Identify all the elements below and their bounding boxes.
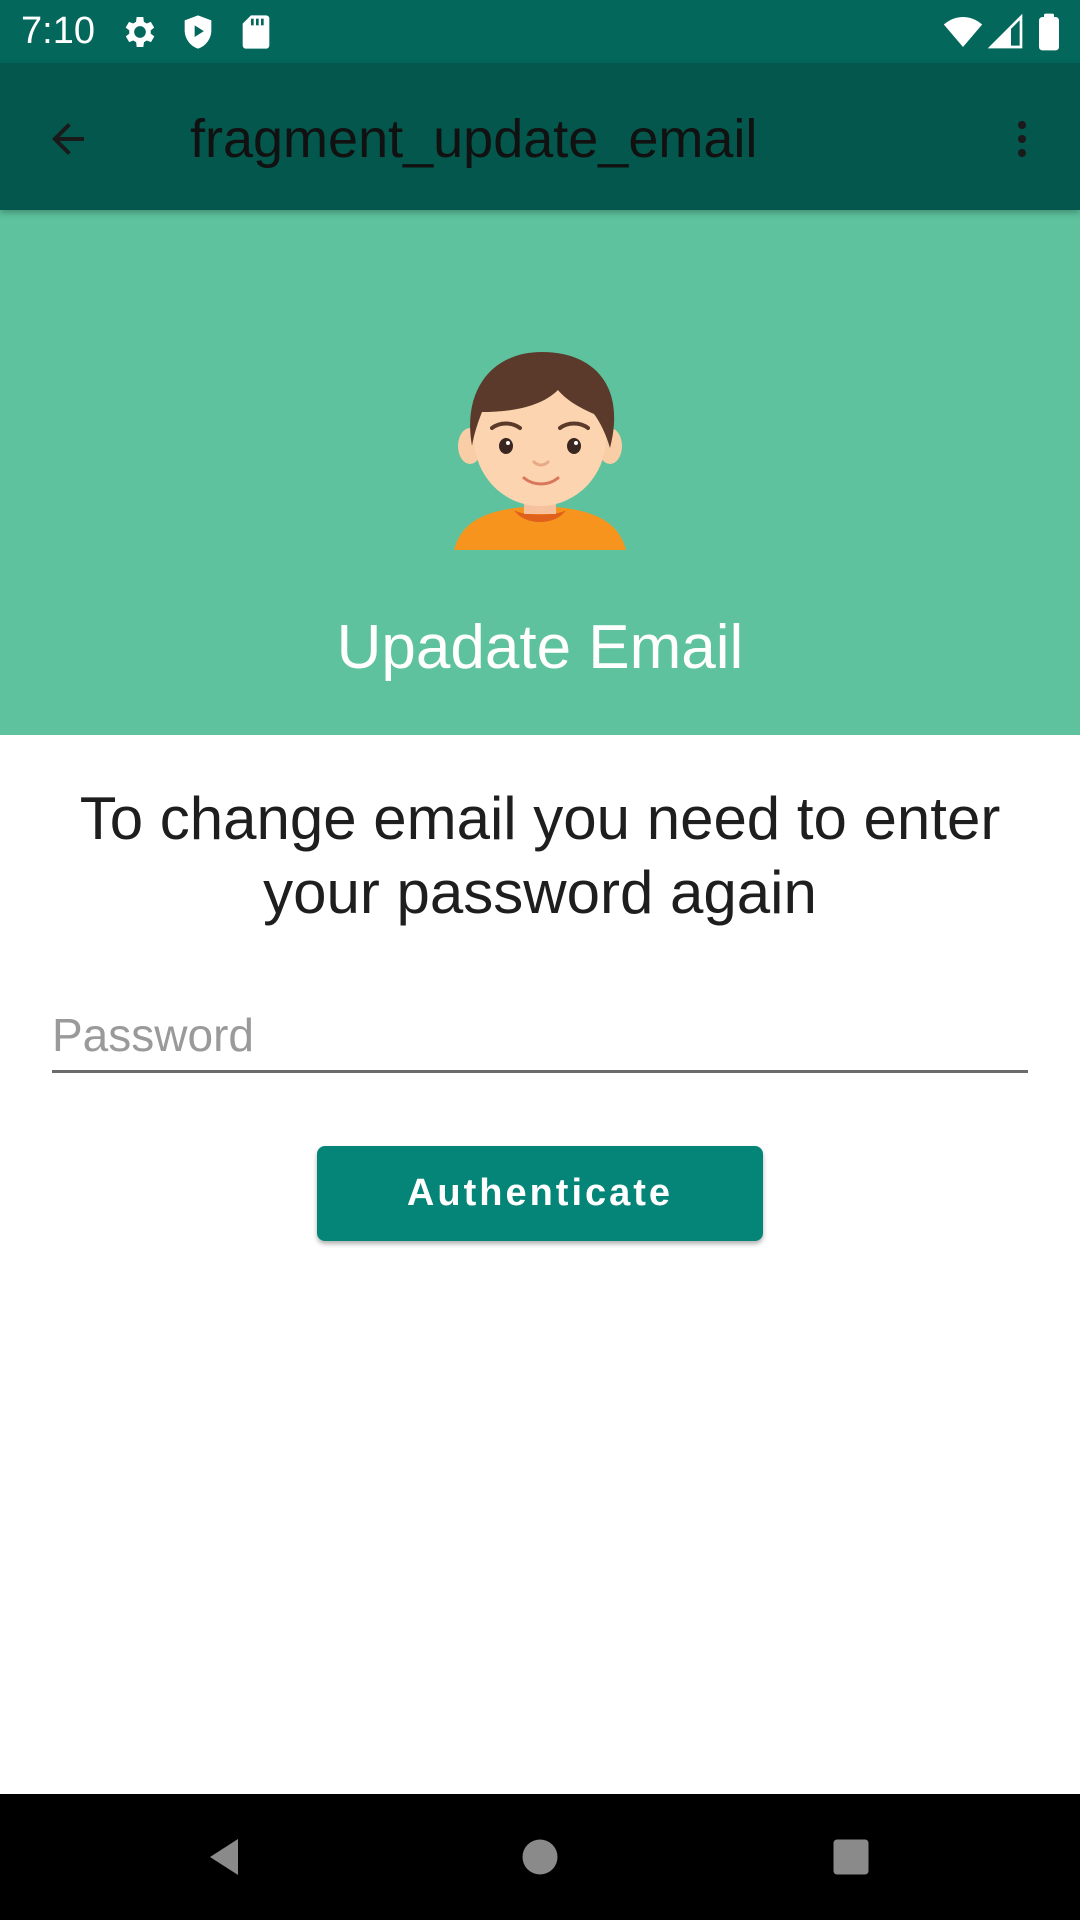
shield-play-icon [178,12,218,52]
status-time: 7:10 [21,10,95,52]
hero-title: Upadate Email [336,613,744,682]
hero-header: Upadate Email [0,210,1080,735]
password-field[interactable] [52,1000,1028,1073]
authenticate-button[interactable]: Authenticate [317,1146,763,1241]
app-bar: fragment_update_email [0,63,1080,210]
wifi-icon [942,12,983,52]
system-nav-bar [0,1794,1080,1920]
nav-home-icon[interactable] [507,1824,573,1890]
battery-icon [1034,12,1074,52]
page-title: fragment_update_email [190,109,758,169]
signal-icon [986,12,1026,52]
nav-recents-icon[interactable] [818,1824,884,1890]
sd-card-icon [236,12,276,52]
nav-back-icon[interactable] [191,1824,257,1890]
avatar-boy-icon [448,350,632,550]
gear-icon [120,12,160,52]
instruction-text: To change email you need to enter your p… [79,785,1001,926]
arrow-back-icon[interactable] [36,107,100,171]
status-bar: 7:10 [0,0,1080,63]
more-vert-icon[interactable] [990,107,1054,171]
